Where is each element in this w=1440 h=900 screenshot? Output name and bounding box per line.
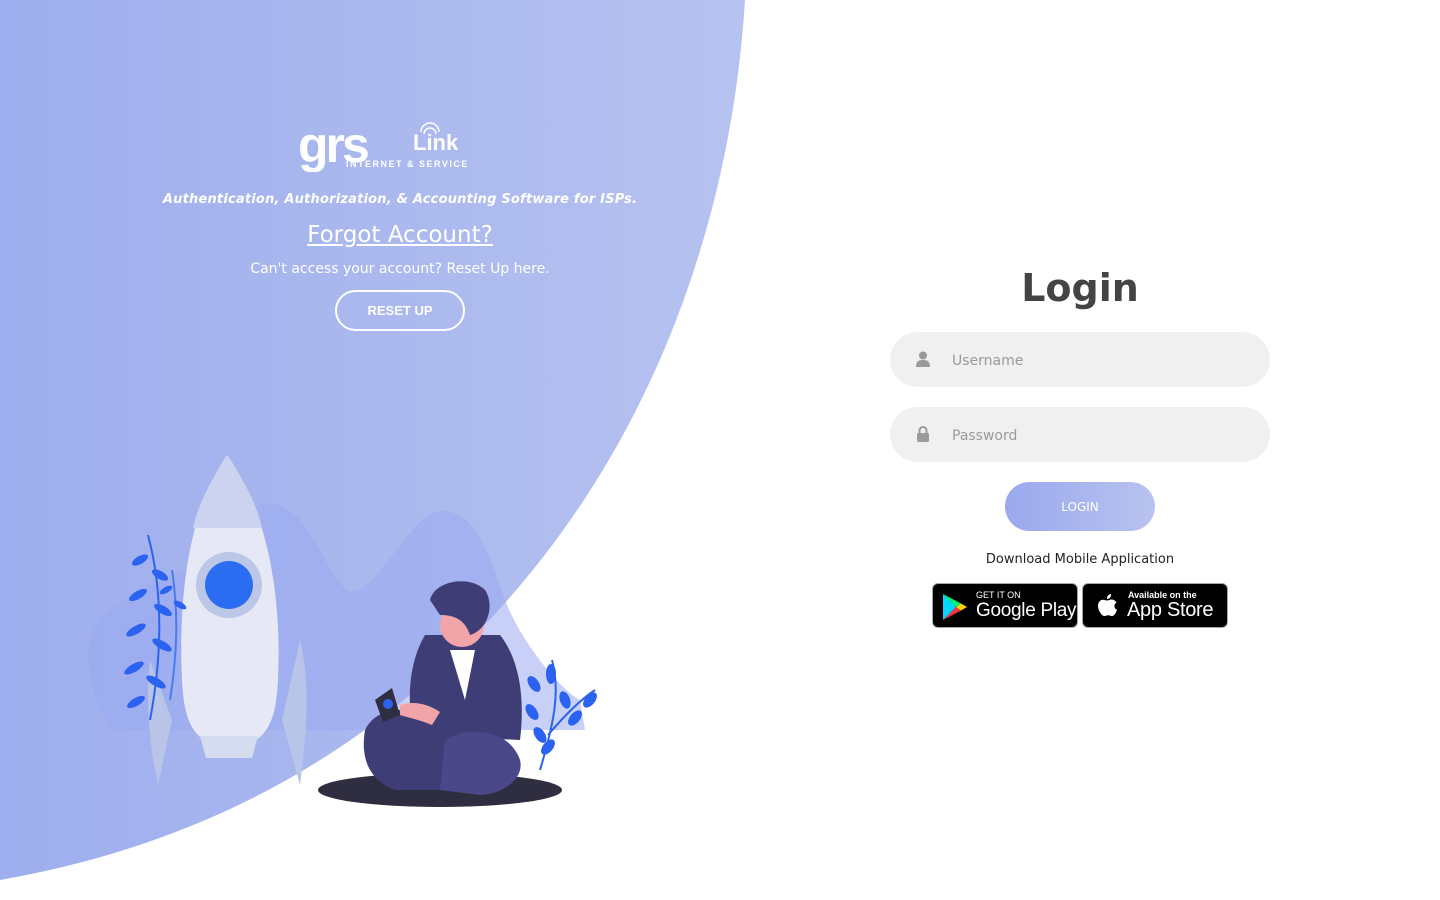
company-logo: grs Link INTERNET & SERVICE bbox=[298, 122, 469, 172]
apple-icon bbox=[1098, 594, 1117, 617]
google-play-badge[interactable]: GET IT ON Google Play bbox=[932, 583, 1078, 628]
google-play-big-text: Google Play bbox=[976, 600, 1077, 621]
tagline: Authentication, Authorization, & Account… bbox=[162, 192, 638, 207]
reset-up-button[interactable]: RESET UP bbox=[335, 290, 465, 331]
google-play-small-text: GET IT ON bbox=[976, 590, 1021, 600]
svg-text:INTERNET & SERVICE: INTERNET & SERVICE bbox=[346, 159, 469, 169]
password-input[interactable] bbox=[950, 407, 1254, 464]
login-button[interactable]: LOGIN bbox=[1005, 482, 1155, 531]
app-store-badge[interactable]: Available on the App Store bbox=[1082, 583, 1228, 628]
left-panel: grs Link INTERNET & SERVICE Authenticati… bbox=[0, 0, 800, 900]
download-mobile-text: Download Mobile Application bbox=[985, 552, 1175, 567]
login-title: Login bbox=[1021, 266, 1139, 310]
lock-icon bbox=[917, 426, 929, 442]
user-icon bbox=[916, 351, 930, 367]
username-input[interactable] bbox=[950, 332, 1254, 389]
password-field[interactable] bbox=[890, 407, 1270, 464]
forgot-account-subtitle: Can't access your account? Reset Up here… bbox=[250, 261, 550, 277]
app-store-big-text: App Store bbox=[1127, 599, 1214, 621]
forgot-account-link[interactable]: Forgot Account? bbox=[100, 222, 700, 248]
username-field[interactable] bbox=[890, 332, 1270, 389]
google-play-icon bbox=[943, 594, 967, 620]
